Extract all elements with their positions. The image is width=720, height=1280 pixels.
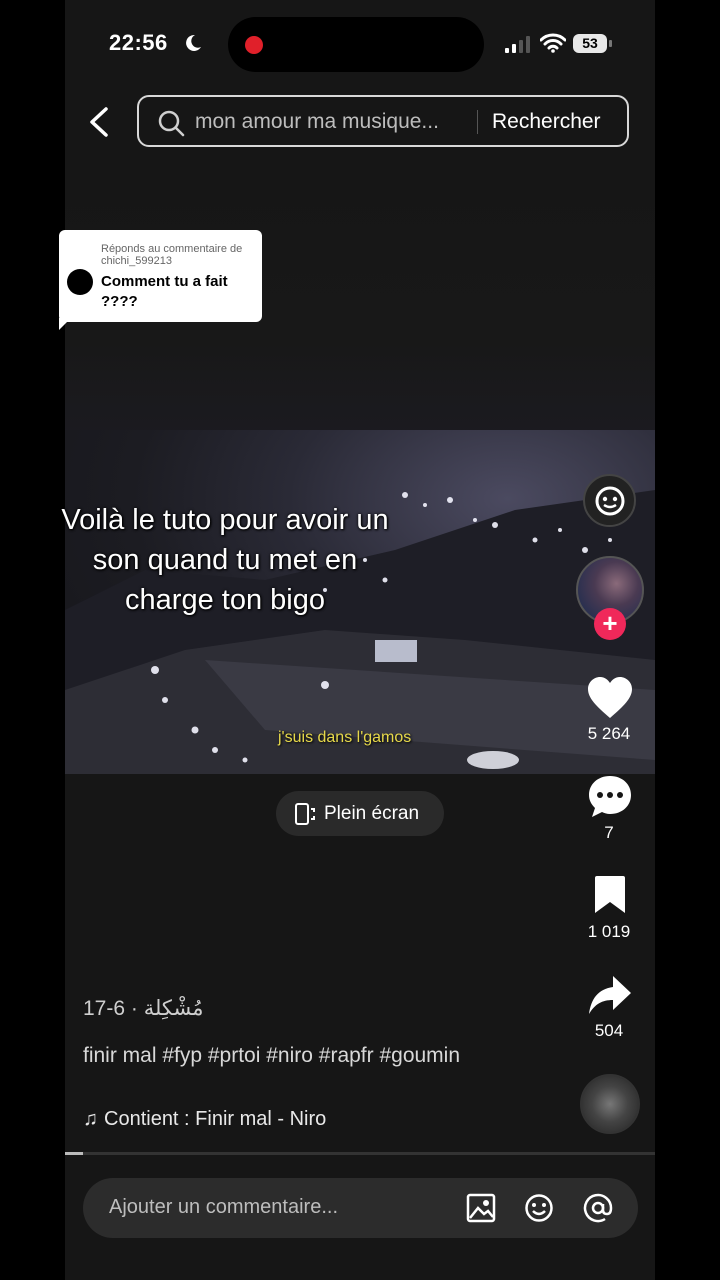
search-query: mon amour ma musique... (195, 110, 439, 133)
commenter-avatar (67, 269, 93, 295)
music-link[interactable]: ♫ Contient : Finir mal - Niro (83, 1108, 326, 1131)
comment-icon[interactable] (587, 774, 633, 820)
author-name[interactable]: مُشْكِلة (144, 997, 204, 1020)
reply-to-label: Réponds au commentaire de chichi_599213 (101, 243, 243, 267)
post-author-line: مُشْكِلة · 6-17 (83, 996, 204, 1021)
mention-circle-button[interactable] (583, 474, 636, 527)
wifi-icon (540, 33, 566, 53)
fullscreen-icon (295, 803, 315, 825)
comment-placeholder[interactable]: Ajouter un commentaire... (109, 1196, 338, 1219)
post-caption: finir mal #fyp #prtoi #niro #rapfr #goum… (83, 1044, 461, 1067)
at-icon[interactable] (583, 1193, 613, 1223)
mention-circle-icon (595, 486, 625, 516)
save-count: 1 019 (587, 922, 631, 941)
reply-comment-sticker: Réponds au commentaire de chichi_599213 … (59, 230, 262, 330)
video-subtitle: j'suis dans l'gamos (278, 729, 412, 746)
share-count: 504 (594, 1021, 624, 1040)
fullscreen-button[interactable]: Plein écran (276, 791, 444, 836)
comment-count: 7 (604, 823, 614, 842)
battery-indicator: 53 (573, 34, 613, 54)
back-icon[interactable] (86, 106, 112, 138)
reply-comment-text: Comment tu a fait ???? (101, 273, 228, 310)
music-label: Contient : Finir mal - Niro (104, 1108, 327, 1130)
moon-icon (186, 34, 201, 51)
music-note-icon: ♫ (83, 1108, 98, 1130)
video-progress-bar[interactable] (65, 1152, 655, 1155)
search-icon (158, 110, 185, 137)
like-count: 5 264 (587, 724, 631, 743)
share-icon[interactable] (587, 974, 633, 1016)
comment-input-bar[interactable]: Ajouter un commentaire... (83, 1178, 638, 1238)
heart-icon[interactable] (586, 676, 634, 720)
video-overlay-text: Voilà le tuto pour avoir un son quand tu… (61, 504, 389, 616)
music-disc[interactable] (580, 1074, 640, 1134)
post-date: · 6-17 (83, 997, 138, 1020)
recording-indicator (245, 36, 263, 54)
battery-level: 53 (573, 34, 607, 53)
image-icon[interactable] (466, 1193, 496, 1223)
signal-icon (505, 36, 530, 53)
emoji-icon[interactable] (524, 1193, 554, 1223)
status-time: 22:56 (109, 30, 168, 55)
video-progress-fill (65, 1152, 83, 1155)
search-button[interactable]: Rechercher (492, 110, 601, 134)
dynamic-island (228, 17, 484, 72)
bookmark-icon[interactable] (592, 875, 628, 915)
search-input[interactable]: mon amour ma musique... Rechercher (137, 95, 629, 147)
fullscreen-label: Plein écran (324, 803, 420, 824)
follow-button[interactable]: + (594, 608, 626, 640)
